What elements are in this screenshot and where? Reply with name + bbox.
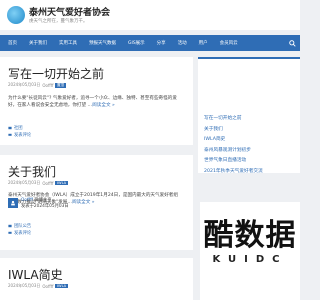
author-role: 微博主页 (34, 198, 52, 203)
comments-link[interactable]: 发表评论 (14, 132, 31, 138)
post-comments: 发表评论 (8, 132, 31, 138)
nav-tools[interactable]: 实用工具 (53, 35, 83, 51)
sidebar-link[interactable]: IWLA简史 (204, 135, 263, 146)
post-card: 写在一切开始之前 2024年05月03日 Ooffff 置顶 为什么要"长徒风云… (0, 57, 193, 145)
post-category: 团队公告 (8, 223, 31, 229)
author-box: Ooffff 微博主页 发表于2024年05月03日 (8, 198, 69, 210)
post-card: 关于我们 2024年05月03日 Ooffff IWLA 泰州天气爱好者协会（I… (0, 155, 193, 250)
sticky-badge: 置顶 (55, 82, 66, 88)
author-note: 发表于2024年05月03日 (21, 204, 69, 209)
comment-icon (8, 231, 12, 234)
watermark-subtext: KUIDC (212, 254, 288, 265)
author-info: Ooffff 微博主页 发表于2024年05月03日 (21, 198, 69, 210)
avatar[interactable] (8, 198, 18, 208)
nav-home[interactable]: 首页 (0, 35, 23, 51)
nav-user[interactable]: 用户 (193, 35, 214, 51)
site-description: 虔天气之所在，蔓气象万千。 (29, 19, 88, 24)
read-more-link[interactable]: 阅读全文 » (72, 200, 95, 205)
post-author[interactable]: Ooffff (42, 181, 53, 186)
sidebar-link[interactable]: 2021年秋季天气爱好者交流 (204, 167, 263, 178)
sidebar-accent-bar (198, 57, 300, 59)
category-link[interactable]: 团队公告 (14, 223, 31, 229)
folder-icon (8, 126, 12, 130)
post-title[interactable]: 写在一切开始之前 (8, 65, 104, 82)
nav-forecast[interactable]: 预报天气数据 (83, 35, 122, 51)
comment-icon (8, 133, 12, 136)
category-badge[interactable]: IWLA (55, 181, 68, 185)
post-date: 2024年05月03日 (8, 180, 41, 185)
sidebar-link[interactable]: 世界气象日直播活动 (204, 156, 263, 167)
post-category: 社团 (8, 125, 23, 131)
sidebar-recent-posts: 写在一切开始之前 关于我们 IWLA简史 泰州风暴观测计划初步 世界气象日直播活… (198, 57, 300, 174)
author-name[interactable]: Ooffff (21, 198, 33, 203)
nav-about[interactable]: 关于我们 (23, 35, 53, 51)
post-author[interactable]: Ooffff (42, 83, 53, 88)
post-date: 2024年05月03日 (8, 82, 41, 87)
comments-link[interactable]: 发表评论 (14, 230, 31, 236)
site-logo-icon[interactable] (7, 6, 25, 24)
category-badge[interactable]: IWLA (55, 284, 68, 288)
watermark-logo: 酷数据 KUIDC (200, 202, 300, 300)
site-title[interactable]: 泰州天气爱好者协会 (29, 5, 110, 18)
post-meta: 2024年05月03日 Ooffff IWLA (8, 180, 68, 186)
sidebar-link[interactable]: 写在一切开始之前 (204, 114, 263, 125)
nav-members[interactable]: 会员风云 (214, 35, 244, 51)
nav-share[interactable]: 分享 (151, 35, 172, 51)
post-date: 2024年05月03日 (8, 283, 41, 288)
category-link[interactable]: 社团 (14, 125, 23, 131)
folder-icon (8, 224, 12, 228)
post-title[interactable]: 关于我们 (8, 163, 56, 180)
sidebar-link[interactable]: 关于我们 (204, 125, 263, 136)
sidebar-link[interactable]: 泰州风暴观测计划初步 (204, 146, 263, 157)
nav-events[interactable]: 活动 (172, 35, 193, 51)
post-comments: 发表评论 (8, 230, 31, 236)
post-excerpt: 为什么要"长徒风云"? 气象爱好者，追寻一个小众、边缘、独特、甚至有些奇怪的爱好… (8, 96, 186, 109)
post-author[interactable]: Ooffff (42, 284, 53, 289)
search-icon[interactable] (284, 35, 300, 51)
post-card: IWLA简史 2024年05月03日 Ooffff IWLA (0, 258, 193, 300)
post-meta: 2024年05月03日 Ooffff IWLA (8, 283, 68, 289)
recent-posts-list: 写在一切开始之前 关于我们 IWLA简史 泰州风暴观测计划初步 世界气象日直播活… (204, 114, 263, 177)
site-header: 泰州天气爱好者协会 虔天气之所在，蔓气象万千。 (0, 0, 300, 30)
post-meta: 2024年05月03日 Ooffff 置顶 (8, 82, 66, 88)
main-navigation: 首页 关于我们 实用工具 预报天气数据 GIS展示 分享 活动 用户 会员风云 (0, 35, 300, 51)
user-icon (11, 200, 15, 206)
nav-gis[interactable]: GIS展示 (122, 35, 151, 51)
read-more-link[interactable]: 阅读全文 » (92, 103, 115, 108)
watermark-text: 酷数据 (203, 218, 297, 253)
post-title[interactable]: IWLA简史 (8, 266, 63, 283)
